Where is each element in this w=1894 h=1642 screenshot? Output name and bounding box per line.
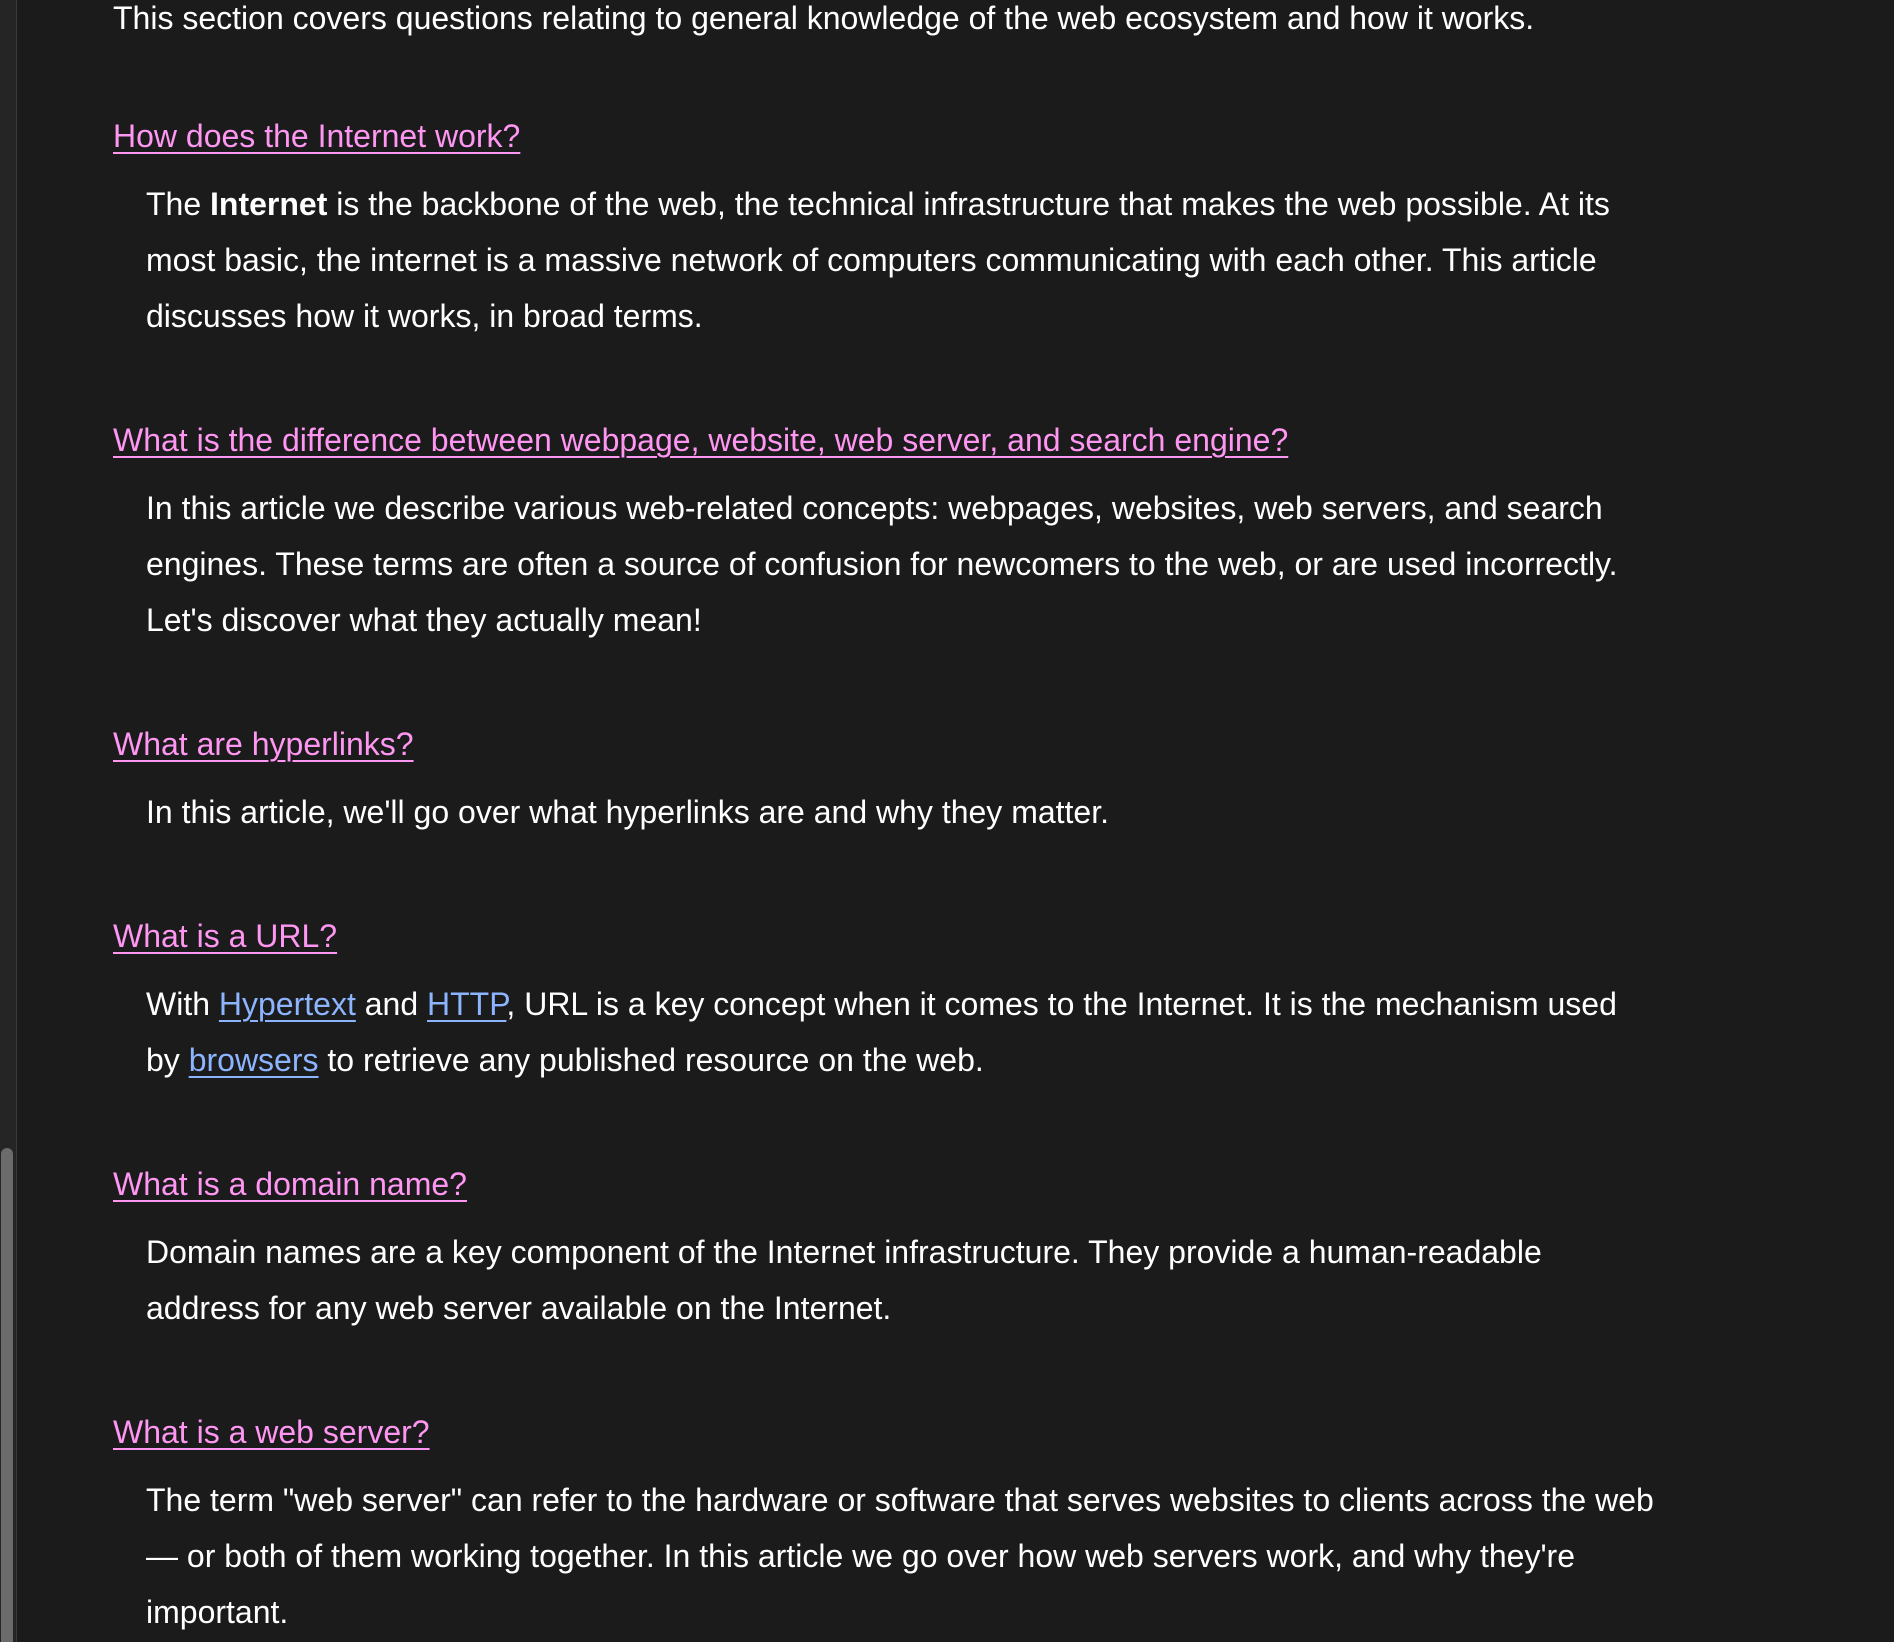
desc-bold-term: Internet (210, 186, 328, 222)
link-what-is-web-server[interactable]: What is a web server? (113, 1412, 430, 1452)
faq-entry-web-server: What is a web server? The term "web serv… (113, 1412, 1673, 1640)
link-http[interactable]: HTTP (427, 986, 506, 1022)
desc-text: and (355, 986, 427, 1022)
link-browsers[interactable]: browsers (189, 1042, 319, 1078)
desc-text: is the backbone of the web, the technica… (146, 186, 1610, 334)
scrollbar-thumb[interactable] (1, 1148, 13, 1642)
section-intro: This section covers questions relating t… (113, 0, 1535, 36)
desc-text: The (146, 186, 211, 222)
entry-description: In this article we describe various web-… (146, 490, 1618, 638)
entry-description: In this article, we'll go over what hype… (146, 794, 1109, 830)
faq-entry-url: What is a URL? With Hypertext and HTTP, … (113, 916, 1673, 1088)
link-how-internet-works[interactable]: How does the Internet work? (113, 116, 520, 156)
link-what-is-domain-name[interactable]: What is a domain name? (113, 1164, 467, 1204)
desc-text: to retrieve any published resource on th… (318, 1042, 984, 1078)
entry-description: Domain names are a key component of the … (146, 1234, 1542, 1326)
faq-entry-domain-name: What is a domain name? Domain names are … (113, 1164, 1673, 1336)
left-rail (0, 0, 17, 1642)
faq-entry-difference: What is the difference between webpage, … (113, 420, 1673, 648)
entry-description: The term "web server" can refer to the h… (146, 1482, 1654, 1630)
entry-description: With Hypertext and HTTP, URL is a key co… (113, 976, 1658, 1088)
faq-entry-hyperlinks: What are hyperlinks? In this article, we… (113, 724, 1673, 840)
link-hypertext[interactable]: Hypertext (219, 986, 356, 1022)
link-what-is-url[interactable]: What is a URL? (113, 916, 337, 956)
entry-description: The Internet is the backbone of the web,… (113, 176, 1658, 344)
link-webpage-website-difference[interactable]: What is the difference between webpage, … (113, 420, 1288, 460)
desc-text: With (146, 986, 219, 1022)
faq-entry-internet: How does the Internet work? The Internet… (113, 116, 1673, 344)
link-what-are-hyperlinks[interactable]: What are hyperlinks? (113, 724, 414, 764)
